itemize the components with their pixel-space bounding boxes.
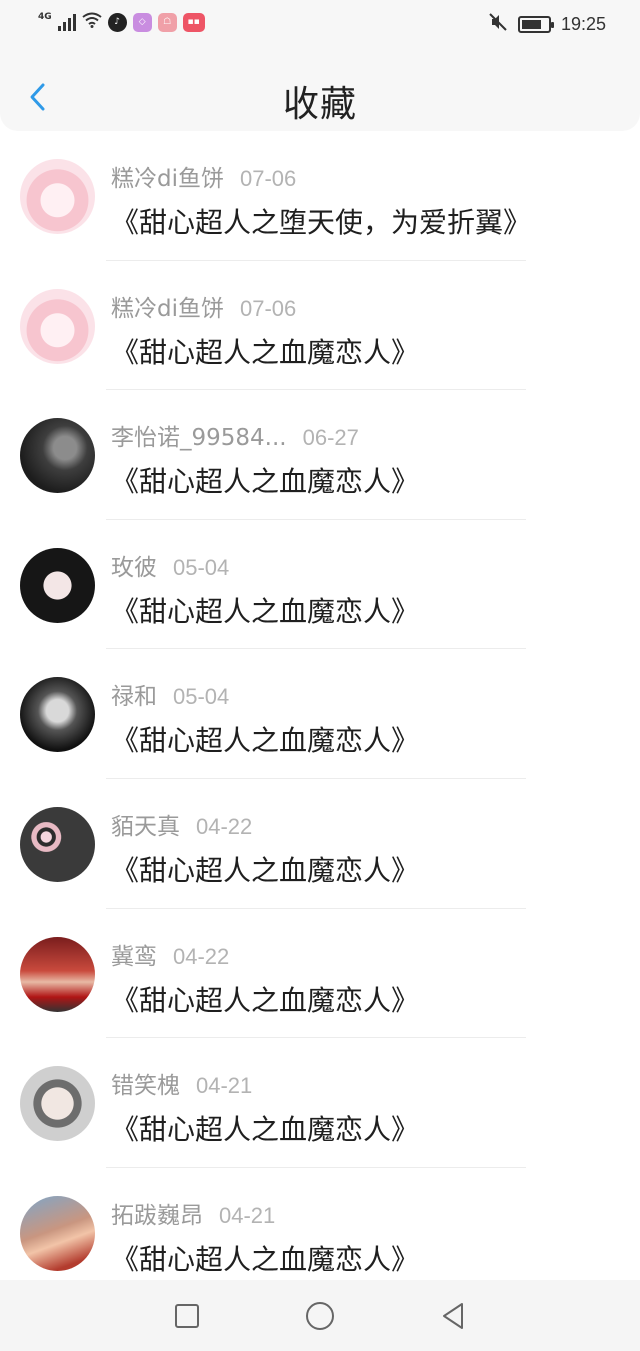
app-icon-pink: ☖ [157, 12, 177, 32]
avatar[interactable] [20, 1195, 95, 1271]
home-icon[interactable] [300, 1296, 340, 1336]
back-triangle-icon[interactable] [433, 1296, 473, 1336]
date: 04-21 [196, 1073, 253, 1099]
avatar[interactable] [20, 288, 95, 364]
item-meta: 冀鸾 04-22 [111, 937, 229, 971]
item-meta: 玫彼 05-04 [111, 548, 229, 582]
date: 05-04 [173, 684, 230, 710]
date: 04-22 [196, 813, 253, 839]
date: 06-27 [302, 425, 359, 451]
avatar[interactable] [20, 418, 95, 494]
book-title[interactable]: 《甜心超人之堕天使，为爱折翼》 [111, 201, 531, 241]
status-left: 4G ♪ ◇ ☖ ▪▪ [38, 12, 205, 32]
username[interactable]: 玫彼 [111, 548, 157, 582]
avatar[interactable] [20, 1066, 95, 1142]
username[interactable]: 错笑槐 [111, 1066, 180, 1100]
item-meta: 拓跋巍昂 04-21 [111, 1196, 275, 1230]
book-title[interactable]: 《甜心超人之血魔恋人》 [111, 719, 419, 759]
book-title[interactable]: 《甜心超人之血魔恋人》 [111, 331, 419, 371]
date: 05-04 [173, 554, 230, 580]
list-item[interactable]: 冀鸾 04-22 《甜心超人之血魔恋人》 [0, 909, 640, 1039]
list-item[interactable]: 糕冷di鱼饼 07-06 《甜心超人之堕天使，为爱折翼》 [0, 131, 640, 261]
avatar[interactable] [20, 936, 95, 1012]
username[interactable]: 糕冷di鱼饼 [111, 159, 224, 193]
mute-icon [488, 12, 508, 36]
username[interactable]: 冀鸾 [111, 937, 157, 971]
list-item[interactable]: 禄和 05-04 《甜心超人之血魔恋人》 [0, 649, 640, 779]
item-meta: 李怡诺_99584... 06-27 [111, 418, 359, 452]
date: 07-06 [240, 295, 297, 321]
book-title[interactable]: 《甜心超人之血魔恋人》 [111, 849, 419, 889]
username[interactable]: 李怡诺_99584... [111, 418, 287, 452]
app-icon-purple: ◇ [132, 12, 152, 32]
item-meta: 糕冷di鱼饼 07-06 [111, 159, 296, 193]
book-title[interactable]: 《甜心超人之血魔恋人》 [111, 1108, 419, 1148]
date: 04-22 [173, 943, 230, 969]
avatar[interactable] [20, 547, 95, 623]
header: 收藏 [0, 55, 640, 131]
username[interactable]: 禄和 [111, 677, 157, 711]
username[interactable]: 拓跋巍昂 [111, 1196, 203, 1230]
app-icon-red: ▪▪ [182, 12, 205, 32]
network-label: 4G [38, 12, 52, 22]
top-area: 4G ♪ ◇ ☖ ▪▪ 19:25 收藏 [0, 0, 640, 131]
list-item[interactable]: 貊天真 04-22 《甜心超人之血魔恋人》 [0, 779, 640, 909]
item-meta: 貊天真 04-22 [111, 807, 252, 841]
list-item[interactable]: 李怡诺_99584... 06-27 《甜心超人之血魔恋人》 [0, 390, 640, 520]
battery-fill [521, 19, 541, 29]
signal-icon [57, 13, 76, 31]
tiktok-icon: ♪ [107, 12, 127, 32]
username[interactable]: 糕冷di鱼饼 [111, 289, 224, 323]
status-bar: 4G ♪ ◇ ☖ ▪▪ 19:25 [0, 0, 640, 50]
favorites-list: 糕冷di鱼饼 07-06 《甜心超人之堕天使，为爱折翼》 糕冷di鱼饼 07-0… [0, 131, 640, 1298]
date: 04-21 [219, 1202, 276, 1228]
page-title: 收藏 [282, 84, 357, 125]
recent-apps-icon[interactable] [167, 1296, 207, 1336]
item-meta: 错笑槐 04-21 [111, 1066, 252, 1100]
book-title[interactable]: 《甜心超人之血魔恋人》 [111, 590, 419, 630]
avatar[interactable] [20, 806, 95, 882]
list-item[interactable]: 拓跋巍昂 04-21 《甜心超人之血魔恋人》 [0, 1168, 640, 1298]
list-item[interactable]: 糕冷di鱼饼 07-06 《甜心超人之血魔恋人》 [0, 261, 640, 391]
username[interactable]: 貊天真 [111, 807, 180, 841]
list-item[interactable]: 错笑槐 04-21 《甜心超人之血魔恋人》 [0, 1038, 640, 1168]
item-meta: 禄和 05-04 [111, 677, 229, 711]
list-item[interactable]: 玫彼 05-04 《甜心超人之血魔恋人》 [0, 520, 640, 650]
wifi-icon [82, 12, 102, 32]
status-right: 19:25 [488, 12, 606, 36]
book-title[interactable]: 《甜心超人之血魔恋人》 [111, 979, 419, 1019]
item-meta: 糕冷di鱼饼 07-06 [111, 289, 296, 323]
system-navbar [0, 1280, 640, 1351]
avatar[interactable] [20, 159, 95, 234]
avatar[interactable] [20, 677, 95, 753]
book-title[interactable]: 《甜心超人之血魔恋人》 [111, 460, 419, 500]
battery-icon [517, 15, 554, 33]
book-title[interactable]: 《甜心超人之血魔恋人》 [111, 1238, 419, 1278]
date: 07-06 [240, 166, 297, 191]
clock: 19:25 [560, 13, 606, 34]
